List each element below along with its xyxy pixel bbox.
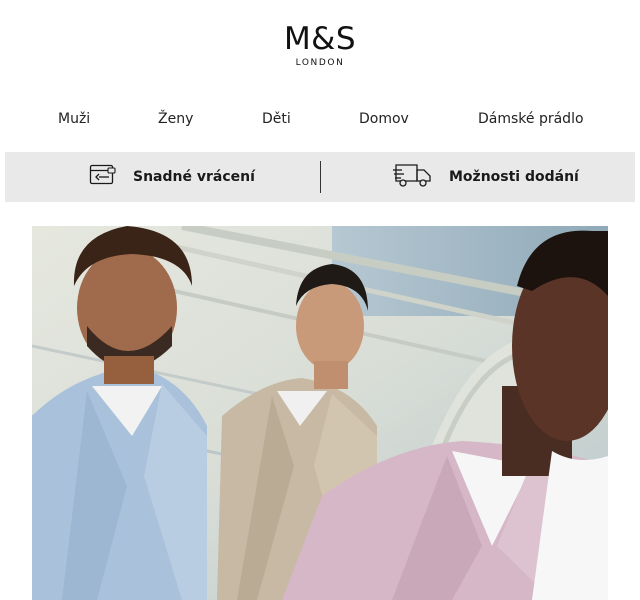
delivery-truck-icon <box>393 162 433 192</box>
service-divider <box>320 161 321 193</box>
easy-returns-link[interactable]: Snadné vrácení <box>89 152 255 202</box>
logo-wordmark: M&S <box>283 21 357 57</box>
hero-image[interactable] <box>32 226 608 600</box>
main-navigation: Muži Ženy Děti Domov Dámské prádlo <box>0 108 640 130</box>
nav-item-lingerie[interactable]: Dámské prádlo <box>478 108 584 130</box>
delivery-options-label: Možnosti dodání <box>449 169 579 185</box>
brand-logo[interactable]: M&S LONDON <box>0 22 640 69</box>
logo-subtitle: LONDON <box>295 58 345 68</box>
delivery-options-link[interactable]: Možnosti dodání <box>393 152 579 202</box>
three-men-in-suits-photo <box>32 226 608 600</box>
nav-item-home[interactable]: Domov <box>359 108 409 130</box>
email-page: M&S LONDON Muži Ženy Děti Domov Dámské p… <box>0 0 640 600</box>
nav-item-kids[interactable]: Děti <box>262 108 291 130</box>
card-return-icon <box>89 163 117 191</box>
nav-item-men[interactable]: Muži <box>58 108 90 130</box>
nav-item-women[interactable]: Ženy <box>158 108 193 130</box>
service-bar: Snadné vrácení Možnosti dodání <box>5 152 635 202</box>
easy-returns-label: Snadné vrácení <box>133 169 255 185</box>
